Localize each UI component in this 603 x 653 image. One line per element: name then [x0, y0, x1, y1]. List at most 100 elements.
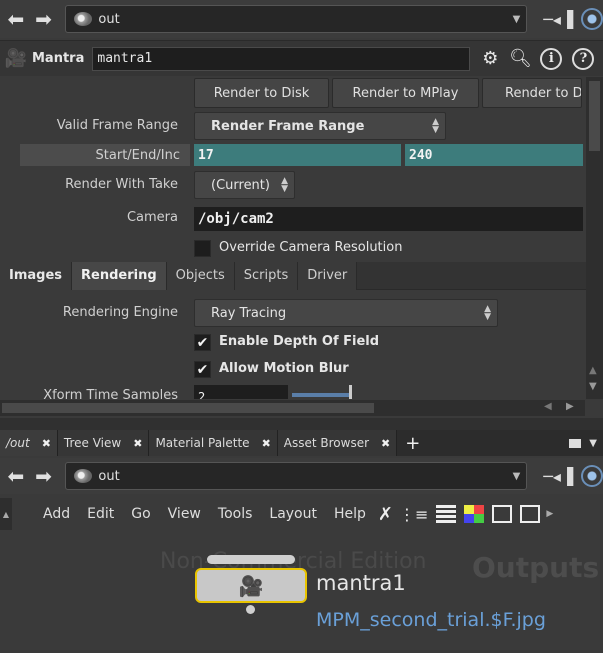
- network-icon: [74, 12, 93, 26]
- render-with-take-value: (Current): [211, 177, 270, 193]
- node-name-label: mantra1: [316, 571, 406, 595]
- grid-icon[interactable]: [492, 505, 513, 523]
- link-radial-icon[interactable]: [581, 465, 603, 487]
- link-radial-icon[interactable]: [581, 8, 603, 30]
- search-icon[interactable]: 🔍︎: [508, 47, 532, 71]
- xform-slider-handle[interactable]: [349, 385, 352, 399]
- menu-layout[interactable]: Layout: [269, 506, 317, 522]
- node-output-path: MPM_second_trial.$F.jpg: [316, 609, 546, 631]
- forward-arrow-icon[interactable]: ➡: [32, 464, 56, 488]
- list-view-icon[interactable]: [436, 505, 457, 523]
- tab-out-label: /out: [6, 436, 30, 450]
- valid-frame-range-label: Valid Frame Range: [56, 118, 178, 133]
- menu-add[interactable]: Add: [43, 506, 70, 522]
- scroll-down-icon[interactable]: ▼: [589, 381, 597, 392]
- pin-icon[interactable]: ─◂▐: [543, 10, 573, 29]
- chevron-down-icon[interactable]: ▼: [513, 14, 521, 25]
- back-arrow-icon[interactable]: ⬅: [4, 464, 28, 488]
- parameter-pane: Render to Disk Render to MPlay Render to…: [0, 77, 603, 417]
- horizontal-scrollbar[interactable]: ◀ ▶: [0, 400, 585, 416]
- start-frame-field[interactable]: 17: [194, 144, 401, 166]
- valid-frame-range-menu[interactable]: Render Frame Range ▲ ▼: [194, 112, 446, 140]
- render-with-take-menu[interactable]: (Current) ▲ ▼: [194, 171, 295, 199]
- mantra-node[interactable]: 🎥: [195, 568, 307, 603]
- valid-frame-range-value: Render Frame Range: [211, 118, 365, 134]
- vertical-scroll-thumb[interactable]: [589, 81, 600, 151]
- tools-icon[interactable]: ✗: [378, 504, 393, 525]
- rendering-engine-value: Ray Tracing: [211, 305, 287, 321]
- updown-icon: ▲ ▼: [484, 304, 491, 322]
- menu-tools[interactable]: Tools: [218, 506, 253, 522]
- palette-icon[interactable]: [464, 505, 485, 523]
- add-tab-icon[interactable]: +: [405, 433, 420, 454]
- node-input-connector[interactable]: [207, 555, 295, 564]
- menu-view[interactable]: View: [168, 506, 201, 522]
- allow-motion-blur-checkbox[interactable]: ✔: [194, 361, 211, 378]
- info-icon[interactable]: i: [540, 47, 563, 70]
- vertical-scrollbar[interactable]: ▲ ▼: [586, 77, 603, 399]
- parameter-tabs: Images Rendering Objects Scripts Driver: [0, 261, 603, 290]
- pin-icon[interactable]: ─◂▐: [543, 467, 573, 486]
- scroll-left-icon[interactable]: ◀: [544, 401, 552, 412]
- tab-scripts[interactable]: Scripts: [234, 261, 299, 290]
- pane-divider[interactable]: [0, 418, 603, 430]
- rendering-engine-menu[interactable]: Ray Tracing ▲ ▼: [194, 299, 498, 327]
- camera-label: Camera: [126, 210, 178, 225]
- horizontal-scroll-thumb[interactable]: [2, 403, 374, 413]
- back-arrow-icon[interactable]: ⬅: [4, 7, 28, 31]
- tree-icon[interactable]: ⋮≡: [399, 505, 428, 524]
- top-path-bar: ⬅ ➡ out ▼ ─◂▐: [0, 0, 603, 38]
- xform-time-samples-label: Xform Time Samples: [43, 388, 178, 399]
- tab-asset-browser-label: Asset Browser: [283, 436, 370, 450]
- override-camera-resolution-label: Override Camera Resolution: [219, 240, 403, 255]
- maximize-icon[interactable]: [569, 438, 582, 448]
- gear-icon[interactable]: ⚙: [478, 47, 502, 71]
- scroll-up-icon[interactable]: ▲: [589, 365, 597, 376]
- enable-dof-checkbox[interactable]: ✔: [194, 334, 211, 351]
- help-icon[interactable]: ?: [572, 47, 595, 70]
- close-icon[interactable]: ✖: [42, 437, 51, 450]
- end-frame-field[interactable]: 240: [405, 144, 583, 166]
- render-to-disk-background-button[interactable]: Render to Dis: [482, 78, 582, 108]
- start-end-inc-label: Start/End/Inc: [95, 148, 180, 163]
- xform-slider-track[interactable]: [292, 393, 352, 397]
- tab-asset-browser[interactable]: Asset Browser ✖: [277, 430, 398, 456]
- network-path-bar: ⬅ ➡ out ▼ ─◂▐: [0, 458, 603, 494]
- menu-edit[interactable]: Edit: [87, 506, 114, 522]
- layout-icon[interactable]: [520, 505, 541, 523]
- menu-help[interactable]: Help: [334, 506, 366, 522]
- network-icon: [74, 469, 93, 483]
- menu-go[interactable]: Go: [131, 506, 150, 522]
- context-label: Outputs: [472, 551, 600, 584]
- collapse-strip[interactable]: ▲: [0, 498, 12, 530]
- close-icon[interactable]: ✖: [381, 437, 390, 450]
- tab-tree-view[interactable]: Tree View ✖: [57, 430, 150, 456]
- network-path-field[interactable]: out ▼: [65, 462, 528, 490]
- scroll-right-icon[interactable]: ▶: [566, 401, 574, 412]
- tab-out[interactable]: /out ✖: [0, 430, 58, 456]
- pane-tab-bar: /out ✖ Tree View ✖ Material Palette ✖ Asset…: [0, 430, 603, 456]
- tab-images[interactable]: Images: [0, 261, 73, 290]
- rendering-engine-label: Rendering Engine: [62, 305, 178, 320]
- forward-arrow-icon[interactable]: ➡: [32, 7, 56, 31]
- path-field[interactable]: out ▼: [65, 5, 528, 33]
- camera-field[interactable]: /obj/cam2: [194, 207, 583, 231]
- network-view[interactable]: Non-Commercial Edition Outputs 🎥 mantra1…: [0, 531, 603, 653]
- tab-material-palette[interactable]: Material Palette ✖: [149, 430, 278, 456]
- chevron-down-icon[interactable]: ▼: [589, 438, 597, 449]
- tab-objects[interactable]: Objects: [166, 261, 235, 290]
- tab-rendering[interactable]: Rendering: [72, 261, 167, 290]
- xform-time-samples-field[interactable]: 2: [194, 385, 288, 399]
- render-to-mplay-button[interactable]: Render to MPlay: [332, 78, 479, 108]
- close-icon[interactable]: ✖: [133, 437, 142, 450]
- close-icon[interactable]: ✖: [262, 437, 271, 450]
- override-camera-resolution-checkbox[interactable]: [194, 240, 211, 257]
- render-with-take-label: Render With Take: [65, 177, 178, 192]
- node-name-field[interactable]: mantra1: [92, 46, 471, 71]
- chevron-down-icon[interactable]: ▼: [513, 471, 521, 482]
- render-to-disk-button[interactable]: Render to Disk: [194, 78, 329, 108]
- node-output-connector[interactable]: [246, 605, 255, 614]
- tab-driver[interactable]: Driver: [298, 261, 358, 290]
- chevron-right-icon[interactable]: ▶: [546, 509, 553, 519]
- mantra-node-icon: 🎥: [4, 48, 28, 69]
